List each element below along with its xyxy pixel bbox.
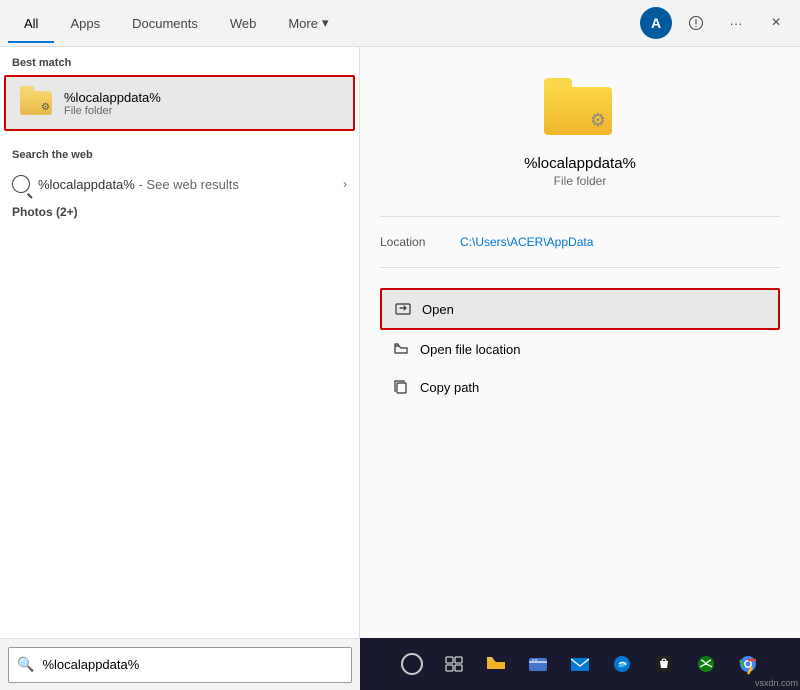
folder-icon-container: ⚙ xyxy=(18,85,54,121)
taskbar-mail[interactable] xyxy=(561,645,599,683)
open-file-location-label: Open file location xyxy=(420,342,520,357)
taskbar-search[interactable] xyxy=(393,645,431,683)
location-value[interactable]: C:\Users\ACER\AppData xyxy=(460,235,593,249)
taskbar-file-explorer[interactable] xyxy=(477,645,515,683)
detail-icon-area: ⚙ %localappdata% File folder xyxy=(380,67,780,204)
open-file-location-button[interactable]: Open file location xyxy=(380,330,780,368)
taskbar-store[interactable] xyxy=(645,645,683,683)
detail-name: %localappdata% xyxy=(524,155,636,172)
nav-right: A ··· × xyxy=(640,7,792,39)
taskbar-edge[interactable] xyxy=(603,645,641,683)
location-label: Location xyxy=(380,235,460,249)
feedback-button[interactable] xyxy=(680,7,712,39)
photos-section: Photos (2+) xyxy=(0,201,359,223)
left-panel: Best match ⚙ %localappdata% File folder xyxy=(0,47,360,690)
web-search-label: Search the web xyxy=(0,139,359,167)
web-search-text: %localappdata% - See web results xyxy=(38,177,239,192)
tab-web[interactable]: Web xyxy=(214,4,273,43)
best-match-item[interactable]: ⚙ %localappdata% File folder xyxy=(4,75,355,131)
search-input-area[interactable]: 🔍 xyxy=(8,647,352,683)
search-input[interactable] xyxy=(42,657,343,672)
open-label: Open xyxy=(422,302,454,317)
tab-all[interactable]: All xyxy=(8,4,54,43)
nav-tabs: All Apps Documents Web More ▾ A ··· × xyxy=(0,0,800,47)
copy-path-label: Copy path xyxy=(420,380,479,395)
best-match-label: Best match xyxy=(0,47,359,75)
detail-type: File folder xyxy=(554,174,607,188)
copy-icon xyxy=(392,378,410,396)
user-avatar[interactable]: A xyxy=(640,7,672,39)
tab-apps[interactable]: Apps xyxy=(54,4,116,43)
item-name: %localappdata% xyxy=(64,90,161,105)
divider xyxy=(380,216,780,217)
taskbar xyxy=(360,638,800,690)
content-area: Best match ⚙ %localappdata% File folder xyxy=(0,47,800,690)
taskbar-task-view[interactable] xyxy=(435,645,473,683)
open-button[interactable]: Open xyxy=(380,288,780,330)
detail-folder-icon: ⚙ xyxy=(544,87,616,143)
search-input-icon: 🔍 xyxy=(17,656,34,673)
item-type: File folder xyxy=(64,105,161,117)
taskbar-xbox[interactable] xyxy=(687,645,725,683)
open-icon xyxy=(394,300,412,318)
tab-more[interactable]: More ▾ xyxy=(272,3,344,43)
taskbar-browser[interactable] xyxy=(519,645,557,683)
more-options-button[interactable]: ··· xyxy=(720,7,752,39)
tab-documents[interactable]: Documents xyxy=(116,4,214,43)
item-info: %localappdata% File folder xyxy=(64,90,161,117)
detail-actions: Open Open file location xyxy=(380,288,780,406)
divider-2 xyxy=(380,267,780,268)
folder-icon: ⚙ xyxy=(20,91,52,115)
web-search-item[interactable]: %localappdata% - See web results › xyxy=(0,167,359,201)
close-button[interactable]: × xyxy=(760,7,792,39)
copy-path-button[interactable]: Copy path xyxy=(380,368,780,406)
location-row: Location C:\Users\ACER\AppData xyxy=(380,229,780,255)
chevron-down-icon: ▾ xyxy=(322,15,329,31)
bottom-search-bar: 🔍 xyxy=(0,638,360,690)
chevron-right-icon: › xyxy=(343,177,347,191)
right-panel: ⚙ %localappdata% File folder Location C:… xyxy=(360,47,800,690)
watermark: vsxdn.com xyxy=(755,678,798,688)
search-circle-icon xyxy=(12,175,30,193)
file-location-icon xyxy=(392,340,410,358)
search-window: All Apps Documents Web More ▾ A ··· × Be… xyxy=(0,0,800,690)
